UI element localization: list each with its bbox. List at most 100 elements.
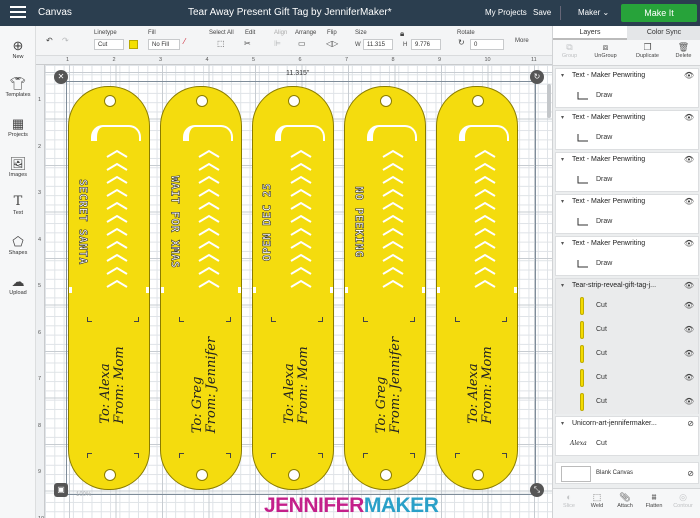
eye-icon[interactable]: 👁︎ <box>684 240 694 248</box>
more-button[interactable]: More <box>515 38 529 44</box>
arrange-icon[interactable]: ▭ <box>298 39 306 49</box>
sidebar-item-shapes[interactable]: ⬠ Shapes <box>0 234 36 256</box>
tag-notch <box>146 287 149 293</box>
layer-item[interactable]: Alexa Cut <box>556 432 698 456</box>
make-it-button[interactable]: Make It <box>621 4 697 22</box>
flatten-button[interactable]: ⩩ Flatten <box>640 492 668 509</box>
tab-layers[interactable]: Layers <box>553 26 627 40</box>
app-title: Canvas <box>38 7 72 18</box>
layer-item[interactable]: Draw <box>556 84 698 108</box>
design-canvas[interactable]: 123456789101112 12345678910 11.315" ✕ ↻ … <box>36 56 552 518</box>
layer-group-text[interactable]: Text - Maker Penwriting ▾ 👁︎ Draw <box>555 68 699 108</box>
layer-group-text[interactable]: Text - Maker Penwriting ▾ 👁︎ Draw <box>555 152 699 192</box>
hamburger-menu-icon[interactable] <box>10 6 26 20</box>
sidebar-item-templates[interactable]: 👕︎ Templates <box>0 76 36 98</box>
to-from-text: To: Alexa From: Mom <box>98 346 127 423</box>
ungroup-button[interactable]: ⧈ UnGroup <box>591 42 620 59</box>
chevron-down-icon[interactable]: ▾ <box>561 115 564 121</box>
sidebar-item-new[interactable]: ⊕ New <box>0 38 36 60</box>
eye-hidden-icon[interactable]: ⊘ <box>687 470 694 478</box>
chevron-down-icon[interactable]: ▾ <box>561 157 564 163</box>
eye-icon[interactable]: 👁︎ <box>684 398 694 406</box>
eye-icon[interactable]: 👁︎ <box>684 326 694 334</box>
rotate-handle-icon[interactable]: ↻ <box>530 70 544 84</box>
contour-button[interactable]: ◎ Contour <box>669 492 697 509</box>
layer-name[interactable]: Text - Maker Penwriting <box>556 153 698 167</box>
layer-name[interactable]: Unicorn-art-jennifermaker... <box>556 417 698 431</box>
sidebar-item-upload[interactable]: ☁ Upload <box>0 274 36 296</box>
linetype-select[interactable]: Cut <box>94 39 124 50</box>
sidebar-item-images[interactable]: 🖼︎ Images <box>0 156 36 178</box>
eye-hidden-icon[interactable]: ⊘ <box>687 420 694 428</box>
layer-item[interactable]: Draw <box>556 168 698 192</box>
delete-button[interactable]: 🗑︎ Delete <box>669 42 698 59</box>
rotate-input[interactable]: 0 <box>470 39 504 50</box>
group-button[interactable]: ⧉ Group <box>555 42 584 59</box>
eye-icon[interactable]: 👁︎ <box>684 156 694 164</box>
eye-icon[interactable]: 👁︎ <box>684 350 694 358</box>
tab-color-sync[interactable]: Color Sync <box>627 26 700 40</box>
layer-item[interactable]: Draw <box>556 210 698 234</box>
lock-icon[interactable]: 🔒︎ <box>400 29 404 39</box>
resize-handle-icon[interactable]: ⤡ <box>530 483 544 497</box>
eye-icon[interactable]: 👁︎ <box>684 282 694 290</box>
eye-icon[interactable]: 👁︎ <box>684 198 694 206</box>
gift-tag[interactable]: OPEN DEC 25 To: Alexa From: Mom <box>252 86 334 490</box>
tear-strip-zigzag <box>106 149 128 288</box>
layer-item[interactable]: Draw <box>556 126 698 150</box>
blank-canvas-layer[interactable]: Blank Canvas ⊘ <box>555 462 699 484</box>
layer-name[interactable]: Text - Maker Penwriting <box>556 195 698 209</box>
select-all-icon[interactable]: ⬚ <box>217 39 225 49</box>
layer-name[interactable]: Text - Maker Penwriting <box>556 69 698 83</box>
gift-tag[interactable]: To: Alexa From: Mom <box>436 86 518 490</box>
layer-name[interactable]: Text - Maker Penwriting <box>556 237 698 251</box>
layer-group-text[interactable]: Text - Maker Penwriting ▾ 👁︎ Draw <box>555 194 699 234</box>
layer-group-text[interactable]: Text - Maker Penwriting ▾ 👁︎ Draw <box>555 110 699 150</box>
eye-icon[interactable]: 👁︎ <box>684 114 694 122</box>
redo-icon[interactable]: ↷ <box>62 36 69 46</box>
chevron-down-icon[interactable]: ▾ <box>561 73 564 79</box>
save-button[interactable]: Save <box>533 8 551 17</box>
close-icon[interactable]: ✕ <box>54 70 68 84</box>
eye-icon[interactable]: 👁︎ <box>684 374 694 382</box>
chevron-down-icon[interactable]: ▾ <box>561 421 564 427</box>
chevron-down-icon[interactable]: ▾ <box>561 241 564 247</box>
layer-name[interactable]: Tear-strip-reveal-gift-tag-j... <box>556 279 698 293</box>
weld-button[interactable]: ⬚ Weld <box>583 492 611 509</box>
fill-select[interactable]: No Fill <box>148 39 180 50</box>
layer-item[interactable]: Cut 👁︎ <box>556 390 698 414</box>
layer-group-tear-strip[interactable]: Tear-strip-reveal-gift-tag-j... ▾ 👁︎ Cut 👁︎ C… <box>555 278 699 414</box>
layer-item[interactable]: Cut 👁︎ <box>556 342 698 366</box>
chevron-down-icon[interactable]: ▾ <box>561 199 564 205</box>
slice-button[interactable]: ◐ Slice <box>555 492 583 509</box>
eye-icon[interactable]: 👁︎ <box>684 302 694 310</box>
machine-selector[interactable]: Maker ⌄ <box>578 8 609 17</box>
eye-icon[interactable]: 👁︎ <box>684 72 694 80</box>
height-input[interactable]: 9.776 <box>411 39 441 50</box>
flip-icon[interactable]: ◁▷ <box>326 39 338 49</box>
gift-tag[interactable]: NO PEEKING To: Greg From: Jennifer <box>344 86 426 490</box>
layer-name[interactable]: Text - Maker Penwriting <box>556 111 698 125</box>
layer-item[interactable]: Cut 👁︎ <box>556 366 698 390</box>
undo-icon[interactable]: ↶ <box>46 36 53 46</box>
layer-item[interactable]: Cut 👁︎ <box>556 318 698 342</box>
vertical-scrollbar[interactable] <box>547 84 551 118</box>
layer-group-text[interactable]: Text - Maker Penwriting ▾ 👁︎ Draw <box>555 236 699 276</box>
chevron-down-icon[interactable]: ▾ <box>561 283 564 289</box>
attach-button[interactable]: 📎︎ Attach <box>611 492 639 509</box>
gift-tag[interactable]: WAIT FOR XMAS To: Greg From: Jennifer <box>160 86 242 490</box>
duplicate-button[interactable]: ❐ Duplicate <box>633 42 662 59</box>
my-projects-link[interactable]: My Projects <box>485 8 527 17</box>
align-icon[interactable]: ⊫ <box>274 39 281 49</box>
gift-tag[interactable]: SECRET SANTA To: Alexa From: Mom <box>68 86 150 490</box>
linetype-color-swatch[interactable] <box>129 40 138 49</box>
layer-item[interactable]: Cut 👁︎ <box>556 294 698 318</box>
sidebar-item-projects[interactable]: ▦ Projects <box>0 116 36 138</box>
width-input[interactable]: 11.315 <box>363 39 393 50</box>
sidebar-item-text[interactable]: T Text <box>0 194 36 216</box>
layer-group-unicorn[interactable]: Unicorn-art-jennifermaker... ▾ ⊘ Alexa Cut <box>555 416 699 456</box>
layer-item[interactable]: Draw <box>556 252 698 276</box>
scissors-icon[interactable]: ✂ <box>244 39 251 49</box>
fill-none-icon[interactable]: ⁄ <box>184 37 185 47</box>
lock-handle-icon[interactable]: ▣ <box>54 483 68 497</box>
